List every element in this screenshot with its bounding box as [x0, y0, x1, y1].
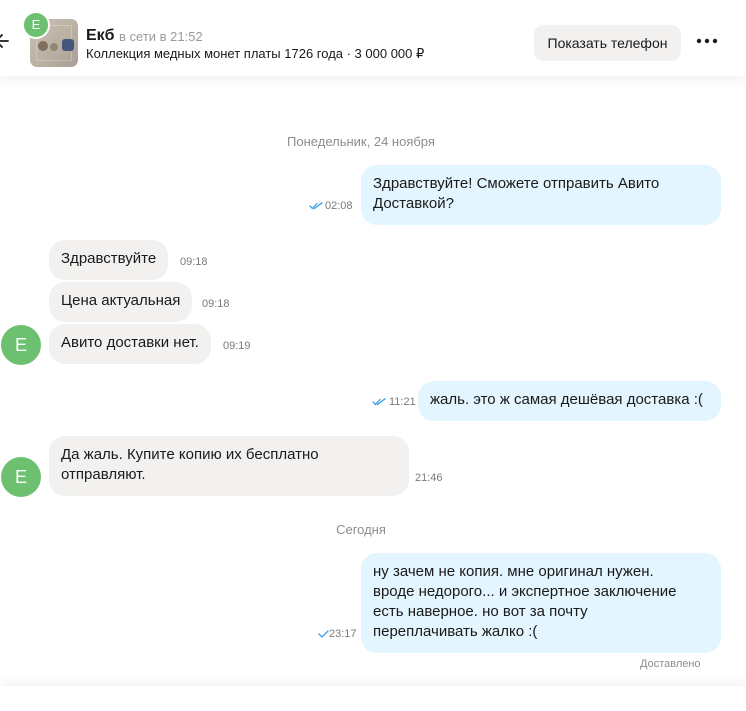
sender-avatar[interactable]: Е — [1, 325, 41, 365]
message-text: есть наверное. но вот за почту — [373, 603, 588, 620]
sender-avatar[interactable]: Е — [1, 457, 41, 497]
message-text: Здравствуйте — [61, 250, 157, 267]
message-time: 11:21 — [389, 396, 416, 408]
message-text: переплачивать жалко :( — [373, 623, 538, 640]
double-check-icon — [309, 202, 323, 210]
message-time: 23:17 — [329, 628, 357, 640]
message-text: Здравствуйте! Сможете отправить Авито — [373, 175, 660, 192]
message-time: 09:18 — [202, 298, 230, 310]
double-check-icon — [372, 398, 386, 406]
listing-title[interactable]: Коллекция медных монет платы 1726 года ·… — [86, 46, 424, 62]
message-input-area[interactable] — [0, 686, 746, 711]
outgoing-message[interactable]: жаль. это ж самая дешёвая доставка :( — [418, 381, 721, 421]
chat-window: Е Екб в сети в 21:52 Коллекция медных мо… — [0, 0, 746, 711]
show-phone-button[interactable]: Показать телефон — [534, 25, 681, 61]
back-arrow-icon[interactable] — [0, 33, 10, 49]
message-text: Доставкой? — [373, 195, 454, 212]
date-separator: Понедельник, 24 ноября — [287, 134, 435, 149]
date-separator: Сегодня — [336, 522, 386, 537]
message-text: ну зачем не копия. мне оригинал нужен. — [373, 563, 654, 580]
incoming-message[interactable]: Цена актуальная — [49, 282, 193, 322]
message-text: жаль. это ж самая дешёвая доставка :( — [430, 391, 703, 408]
outgoing-message[interactable]: ну зачем не копия. мне оригинал нужен. в… — [361, 553, 721, 653]
incoming-message[interactable]: Да жаль. Купите копию их бесплатно отпра… — [49, 436, 409, 496]
message-time: 09:19 — [223, 340, 251, 352]
online-status: в сети в 21:52 — [119, 29, 203, 44]
delivered-status: Доставлено — [640, 658, 701, 670]
message-time: 02:08 — [325, 200, 353, 212]
message-text: Цена актуальная — [61, 292, 181, 309]
message-text: вроде недорого... и экспертное заключени… — [373, 583, 677, 600]
user-avatar-badge[interactable]: Е — [22, 11, 50, 39]
more-icon[interactable] — [696, 36, 718, 46]
message-time: 21:46 — [415, 472, 443, 484]
message-text: Авито доставки нет. — [61, 334, 199, 351]
chat-header: Е Екб в сети в 21:52 Коллекция медных мо… — [0, 0, 746, 76]
message-time: 09:18 — [180, 256, 208, 268]
message-text: отправляют. — [61, 466, 146, 483]
incoming-message[interactable]: Здравствуйте — [49, 240, 169, 280]
user-name[interactable]: Екб — [86, 27, 115, 45]
outgoing-message[interactable]: Здравствуйте! Сможете отправить Авито До… — [361, 165, 721, 225]
message-text: Да жаль. Купите копию их бесплатно — [61, 446, 319, 463]
incoming-message[interactable]: Авито доставки нет. — [49, 324, 211, 364]
